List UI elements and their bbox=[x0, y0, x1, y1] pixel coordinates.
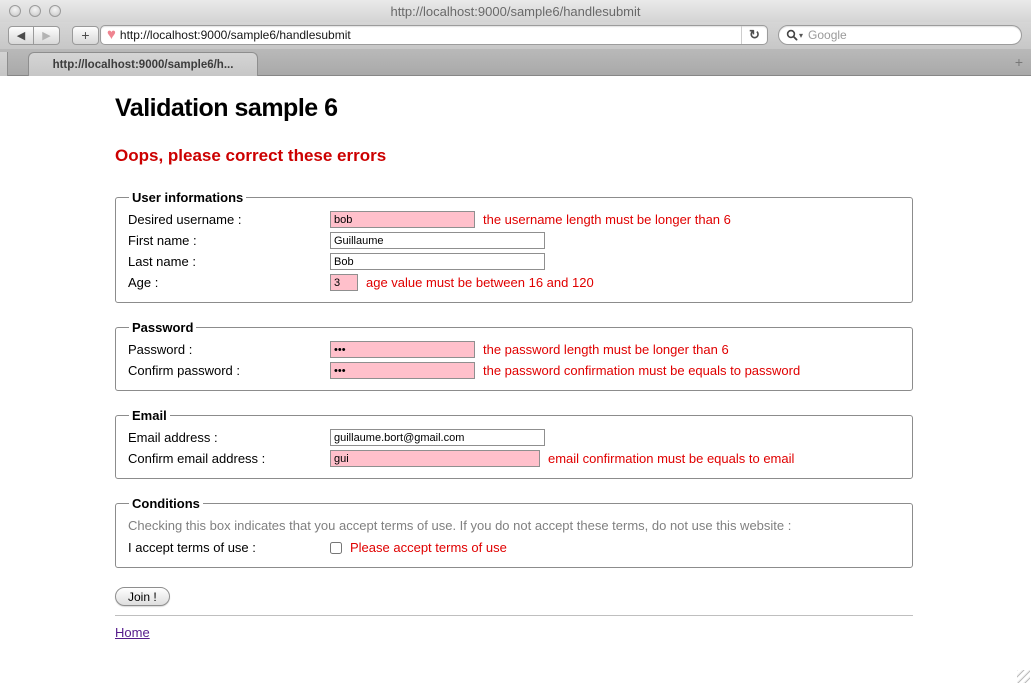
confirm-password-label: Confirm password : bbox=[128, 363, 330, 378]
email-label: Email address : bbox=[128, 430, 330, 445]
plus-icon: + bbox=[81, 27, 89, 43]
conditions-note: Checking this box indicates that you acc… bbox=[128, 518, 900, 533]
browser-window: http://localhost:9000/sample6/handlesubm… bbox=[0, 0, 1031, 684]
firstname-label: First name : bbox=[128, 233, 330, 248]
field-row-username: Desired username : the username length m… bbox=[128, 209, 900, 230]
search-icon bbox=[786, 29, 798, 41]
page-title: Validation sample 6 bbox=[115, 94, 913, 123]
username-label: Desired username : bbox=[128, 212, 330, 227]
address-bar[interactable]: ♥ http://localhost:9000/sample6/handlesu… bbox=[100, 25, 768, 45]
tab-title: http://localhost:9000/sample6/h... bbox=[53, 59, 234, 71]
terms-error: Please accept terms of use bbox=[350, 540, 507, 555]
forward-icon: ▶ bbox=[42, 29, 50, 42]
join-button[interactable]: Join ! bbox=[115, 587, 170, 606]
window-title: http://localhost:9000/sample6/handlesubm… bbox=[0, 4, 1031, 19]
password-label: Password : bbox=[128, 342, 330, 357]
new-tab-plus-icon: + bbox=[1015, 54, 1023, 70]
lastname-input[interactable] bbox=[330, 253, 545, 270]
search-placeholder: Google bbox=[808, 28, 847, 42]
email-input[interactable] bbox=[330, 429, 545, 446]
confirm-email-error: email confirmation must be equals to ema… bbox=[548, 451, 794, 466]
legend-conditions: Conditions bbox=[129, 496, 203, 511]
confirm-password-input[interactable] bbox=[330, 362, 475, 379]
address-url-text[interactable]: http://localhost:9000/sample6/handlesubm… bbox=[120, 28, 741, 42]
home-link[interactable]: Home bbox=[115, 625, 150, 640]
password-error: the password length must be longer than … bbox=[483, 342, 729, 357]
username-error: the username length must be longer than … bbox=[483, 212, 731, 227]
fieldset-conditions: Conditions Checking this box indicates t… bbox=[115, 496, 913, 568]
favicon-heart-icon: ♥ bbox=[107, 28, 116, 42]
field-row-age: Age : age value must be between 16 and 1… bbox=[128, 272, 900, 293]
fieldset-user-informations: User informations Desired username : the… bbox=[115, 190, 913, 303]
field-row-terms: I accept terms of use : Please accept te… bbox=[128, 537, 900, 558]
fieldset-email: Email Email address : Confirm email addr… bbox=[115, 408, 913, 479]
confirm-email-input[interactable] bbox=[330, 450, 540, 467]
field-row-password: Password : the password length must be l… bbox=[128, 339, 900, 360]
firstname-input[interactable] bbox=[330, 232, 545, 249]
page-content: Validation sample 6 Oops, please correct… bbox=[0, 76, 1031, 684]
age-label: Age : bbox=[128, 275, 330, 290]
browser-toolbar: ◀ ▶ + ♥ http://localhost:9000/sample6/ha… bbox=[0, 22, 1031, 49]
back-button[interactable]: ◀ bbox=[8, 26, 34, 45]
tab-bar-left-stub bbox=[0, 52, 8, 76]
forward-button[interactable]: ▶ bbox=[34, 26, 60, 45]
terms-checkbox[interactable] bbox=[330, 542, 342, 554]
tab-bar: http://localhost:9000/sample6/h... + bbox=[0, 49, 1031, 76]
field-row-confirm-email: Confirm email address : email confirmati… bbox=[128, 448, 900, 469]
terms-label: I accept terms of use : bbox=[128, 540, 330, 555]
add-bookmark-button[interactable]: + bbox=[72, 26, 99, 45]
google-search-field[interactable]: ▾ Google bbox=[778, 25, 1022, 45]
legend-user-informations: User informations bbox=[129, 190, 246, 205]
age-error: age value must be between 16 and 120 bbox=[366, 275, 594, 290]
password-input[interactable] bbox=[330, 341, 475, 358]
field-row-lastname: Last name : bbox=[128, 251, 900, 272]
search-engine-caret-icon[interactable]: ▾ bbox=[799, 31, 803, 40]
nav-buttons: ◀ ▶ bbox=[8, 26, 60, 45]
back-icon: ◀ bbox=[17, 29, 25, 42]
legend-password: Password bbox=[129, 320, 196, 335]
new-tab-button[interactable]: + bbox=[1015, 54, 1023, 70]
field-row-email: Email address : bbox=[128, 427, 900, 448]
field-row-firstname: First name : bbox=[128, 230, 900, 251]
legend-email: Email bbox=[129, 408, 170, 423]
error-banner: Oops, please correct these errors bbox=[115, 146, 913, 166]
age-input[interactable] bbox=[330, 274, 358, 291]
reload-button[interactable]: ↻ bbox=[741, 26, 767, 44]
field-row-confirm-password: Confirm password : the password confirma… bbox=[128, 360, 900, 381]
confirm-password-error: the password confirmation must be equals… bbox=[483, 363, 800, 378]
username-input[interactable] bbox=[330, 211, 475, 228]
lastname-label: Last name : bbox=[128, 254, 330, 269]
reload-icon: ↻ bbox=[749, 27, 760, 43]
confirm-email-label: Confirm email address : bbox=[128, 451, 330, 466]
active-tab[interactable]: http://localhost:9000/sample6/h... bbox=[28, 52, 258, 76]
window-resize-grip-icon[interactable] bbox=[1017, 670, 1030, 683]
divider bbox=[115, 615, 913, 616]
window-titlebar: http://localhost:9000/sample6/handlesubm… bbox=[0, 0, 1031, 22]
fieldset-password: Password Password : the password length … bbox=[115, 320, 913, 391]
